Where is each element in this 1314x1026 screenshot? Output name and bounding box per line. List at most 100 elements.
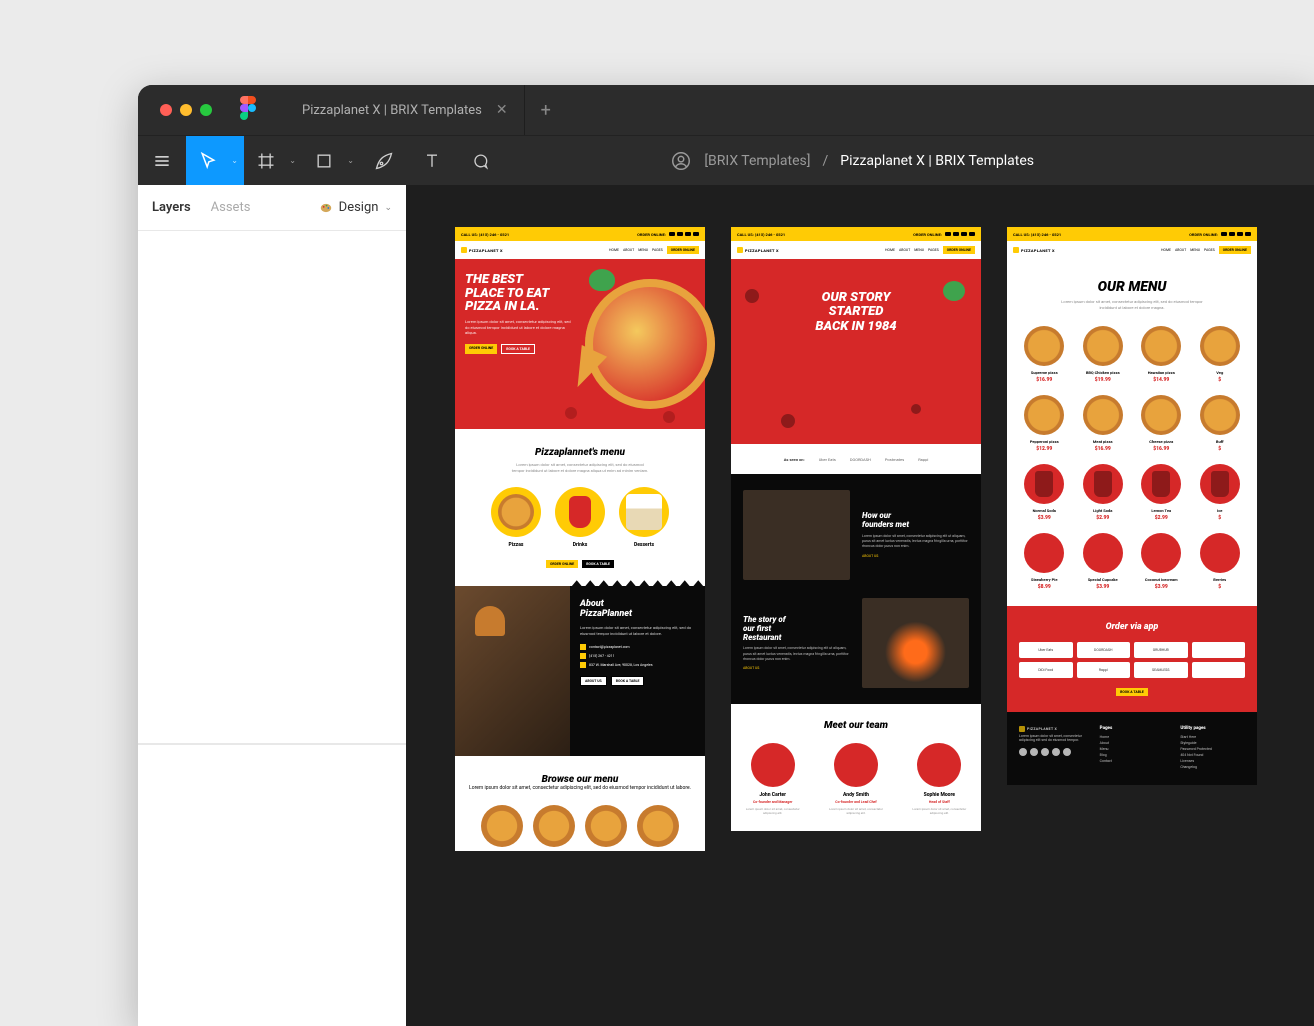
member-name: Andy Smith [824, 792, 887, 798]
item-name: Strawberry Pie [1017, 577, 1072, 582]
social-icon [1030, 748, 1038, 756]
maximize-window-button[interactable] [200, 104, 212, 116]
founders-section: How ourfounders met Lorem ipsum dolor si… [731, 474, 981, 704]
browse-section: Browse our menu Lorem ipsum dolor sit am… [455, 756, 705, 851]
canvas[interactable]: CALL US: (415) 246 - 0521 ORDER ONLINE: … [406, 185, 1314, 1026]
pen-tool[interactable] [360, 136, 408, 186]
pizza-image [533, 805, 575, 847]
seen-label: As seen on: [784, 457, 805, 462]
text-tool[interactable] [408, 136, 456, 186]
main-nav: PIZZAPLANET X HOMEABOUTMENUPAGES ORDER O… [1007, 241, 1257, 259]
main-menu-button[interactable] [138, 136, 186, 186]
order-online-label: ORDER ONLINE: [637, 232, 666, 237]
browse-subtitle: Lorem ipsum dolor sit amet, consectetur … [465, 785, 695, 791]
footer-about: Lorem ipsum dolor sit amet, consectetur … [1019, 734, 1084, 742]
layers-tab[interactable]: Layers [152, 200, 191, 215]
about-section: AboutPizzaPlannet Lorem ipsum dolor sit … [455, 586, 705, 756]
artboard-about[interactable]: CALL US: (415) 246 - 0521 ORDER ONLINE: … [731, 227, 981, 831]
footer-link: Home [1100, 735, 1165, 739]
menu-item: Supreme pizza$16.99 [1017, 326, 1072, 383]
user-avatar-icon[interactable] [670, 150, 692, 172]
nav-link: PAGES [1204, 248, 1215, 252]
pizza-image [637, 805, 679, 847]
member-bio: Lorem ipsum dolor sit amet, consectetur … [824, 807, 887, 815]
footer-link: Menu [1100, 747, 1165, 751]
member-role: Head of Staff [908, 800, 971, 804]
close-window-button[interactable] [160, 104, 172, 116]
footer-link: Styleguide [1180, 741, 1245, 745]
member-role: Co-founder and Lead Chef [824, 800, 887, 804]
nav-about: ABOUT [623, 248, 634, 252]
call-us-label: CALL US: (415) 246 - 0521 [1013, 232, 1061, 237]
comment-tool[interactable] [456, 136, 504, 186]
cat-label: Desserts [619, 542, 669, 548]
file-tab[interactable]: Pizzaplanet X | BRIX Templates ✕ [286, 85, 525, 135]
menu-item: Veg$ [1193, 326, 1248, 383]
breadcrumb-team[interactable]: [BRIX Templates] [704, 153, 810, 169]
desserts-grid: Strawberry Pie$8.99 Special Cupcake$3.99… [1007, 527, 1257, 596]
dessert-image [1200, 533, 1240, 573]
book-button: BOOK A TABLE [501, 344, 535, 354]
pepper-image [589, 269, 615, 291]
item-price: $2.99 [1134, 515, 1189, 521]
site-logo: PIZZAPLANET X [461, 247, 503, 253]
tomato-image [781, 414, 795, 428]
menu-section: Pizzaplannet's menu Lorem ipsum dolor si… [455, 429, 705, 586]
nav-items: HOMEABOUTMENUPAGES ORDER ONLINE [1161, 246, 1251, 254]
drink-image [1200, 464, 1240, 504]
pizza-image [1083, 395, 1123, 435]
story-title-1: OUR STORY [741, 291, 971, 305]
about-photo [455, 586, 570, 756]
team-section: Meet our team John CarterCo-founder and … [731, 704, 981, 831]
app-card: SEAMLESS [1134, 662, 1188, 678]
tomato-image [911, 404, 921, 414]
dessert-image [1024, 533, 1064, 573]
utility-bar: CALL US: (415) 246 - 0521 ORDER ONLINE: [455, 227, 705, 241]
order-button: ORDER ONLINE [546, 560, 578, 568]
footer-pages-heading: Pages [1100, 726, 1165, 731]
footer-link: Start Here [1180, 735, 1245, 739]
assets-tab[interactable]: Assets [211, 200, 251, 215]
artboard-menu[interactable]: CALL US: (415) 246 - 0521 ORDER ONLINE: … [1007, 227, 1257, 785]
app-card [1192, 662, 1246, 678]
item-name: Meat pizza [1076, 439, 1131, 444]
contact-phone: (415) 267 - 4211 [589, 654, 615, 658]
shape-tool[interactable]: ⌄ [302, 136, 360, 186]
story-title-3: BACK IN 1984 [741, 320, 971, 334]
footer-link: About [1100, 741, 1165, 745]
item-price: $ [1193, 515, 1248, 521]
move-tool[interactable]: ⌄ [186, 136, 244, 186]
menu-subtitle: Lorem ipsum dolor sit amet, consectetur … [1057, 299, 1207, 310]
add-tab-button[interactable]: + [525, 100, 567, 121]
item-name: Lemon Tea [1134, 508, 1189, 513]
menu-item: Lemon Tea $2.99 [1134, 464, 1189, 521]
avatar [917, 743, 961, 787]
figma-logo-icon[interactable] [240, 96, 256, 124]
menu-item: Coconut Icecream$3.99 [1134, 533, 1189, 590]
close-tab-icon[interactable]: ✕ [496, 102, 508, 118]
utility-bar: CALL US: (415) 246 - 0521 ORDER ONLINE: [1007, 227, 1257, 241]
brand-logo: Postmates [885, 457, 904, 462]
frame-tool[interactable]: ⌄ [244, 136, 302, 186]
footer-link: Licenses [1180, 759, 1245, 763]
order-online-label: ORDER ONLINE: [913, 232, 942, 237]
item-name: Cheese pizza [1134, 439, 1189, 444]
page-selector[interactable]: Design ⌄ [319, 200, 392, 215]
item-name: Ice [1193, 508, 1248, 513]
item-price: $2.99 [1076, 515, 1131, 521]
menu-item: Meat pizza$16.99 [1076, 395, 1131, 452]
chevron-down-icon: ⌄ [384, 203, 392, 213]
artboard-home[interactable]: CALL US: (415) 246 - 0521 ORDER ONLINE: … [455, 227, 705, 851]
breadcrumb-separator: / [823, 153, 829, 169]
item-price: $3.99 [1017, 515, 1072, 521]
breadcrumb-file[interactable]: Pizzaplanet X | BRIX Templates [840, 153, 1034, 169]
item-price: $19.99 [1076, 377, 1131, 383]
cat-label: Pizzas [491, 542, 541, 548]
nav-order-button: ORDER ONLINE [667, 246, 699, 254]
minimize-window-button[interactable] [180, 104, 192, 116]
menu-hero: OUR MENU Lorem ipsum dolor sit amet, con… [1007, 259, 1257, 320]
contact-list: contact@pizzaplanet.com (415) 267 - 4211… [580, 644, 695, 668]
menu-item: Special Cupcake$3.99 [1076, 533, 1131, 590]
member-name: Sophie Moore [908, 792, 971, 798]
app-card: Uber Eats [1019, 642, 1073, 658]
